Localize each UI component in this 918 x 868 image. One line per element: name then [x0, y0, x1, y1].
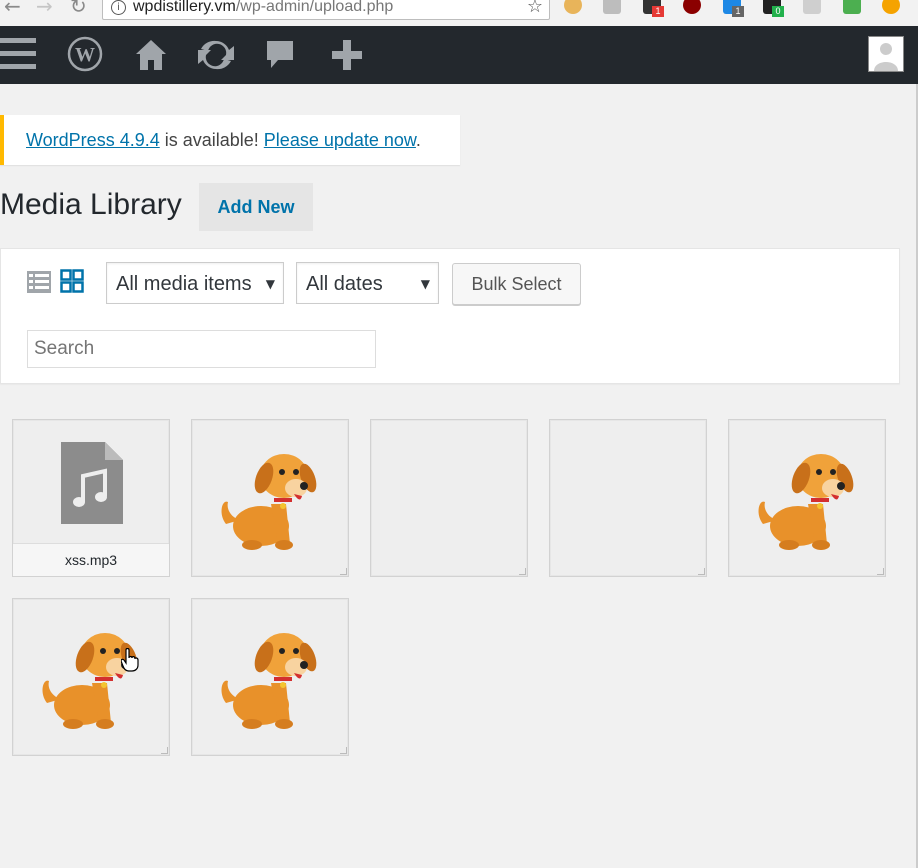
resize-corner: [698, 568, 705, 575]
media-type-select[interactable]: All media items ▼: [106, 262, 284, 304]
media-item-image[interactable]: [191, 419, 349, 577]
extension-binoculars-icon[interactable]: 1: [643, 0, 664, 17]
browser-chrome: ← → ↻ i wpdistillery.vm/wp-admin/upload.…: [0, 0, 918, 26]
avatar[interactable]: [868, 36, 904, 72]
back-icon[interactable]: ←: [4, 0, 21, 18]
update-notice: WordPress 4.9.4 is available! Please upd…: [0, 115, 460, 165]
version-link[interactable]: WordPress 4.9.4: [26, 130, 160, 150]
audio-file-icon: [61, 442, 123, 524]
new-content-icon[interactable]: [330, 38, 364, 72]
date-filter-select[interactable]: All dates ▼: [296, 262, 439, 304]
address-bar[interactable]: i wpdistillery.vm/wp-admin/upload.php ☆: [102, 0, 550, 20]
media-filename: xss.mp3: [13, 543, 169, 576]
user-silhouette-icon: [874, 43, 898, 71]
dog-image: [42, 633, 138, 729]
media-item-image[interactable]: [728, 419, 886, 577]
extension-chrome-icon[interactable]: [843, 0, 861, 14]
admin-bar: W: [0, 26, 918, 84]
update-now-link[interactable]: Please update now: [264, 130, 416, 150]
forward-icon[interactable]: →: [36, 0, 53, 18]
media-item-image[interactable]: [191, 598, 349, 756]
add-new-button[interactable]: Add New: [199, 183, 313, 231]
media-item-blank[interactable]: [370, 419, 528, 577]
reload-icon[interactable]: ↻: [70, 0, 87, 18]
page-title: Media Library: [0, 188, 182, 221]
menu-icon[interactable]: [0, 26, 36, 84]
comments-icon[interactable]: [264, 38, 296, 72]
notice-text: WordPress 4.9.4 is available! Please upd…: [26, 130, 421, 150]
extension-alert-icon[interactable]: [882, 0, 900, 14]
grid-view-icon[interactable]: [60, 269, 84, 293]
url-text: wpdistillery.vm/wp-admin/upload.php: [133, 0, 394, 15]
resize-corner: [519, 568, 526, 575]
resize-corner: [340, 747, 347, 754]
dropdown-caret-icon: ▼: [265, 277, 275, 291]
hand-cursor-icon: [121, 648, 139, 672]
extension-grey-icon[interactable]: [803, 0, 821, 14]
extension-s-icon[interactable]: 1: [723, 0, 744, 17]
dropdown-caret-icon: ▼: [420, 277, 430, 291]
svg-text:W: W: [75, 44, 95, 66]
media-item-image[interactable]: [12, 598, 170, 756]
cookie-extension-icon[interactable]: [564, 0, 582, 14]
updates-icon[interactable]: [194, 36, 238, 74]
wordpress-logo-icon[interactable]: W: [67, 36, 103, 72]
resize-corner: [161, 747, 168, 754]
bulk-select-button[interactable]: Bulk Select: [452, 263, 581, 305]
extension-h-icon[interactable]: [603, 0, 621, 14]
dog-image: [221, 633, 317, 729]
info-icon[interactable]: i: [111, 0, 126, 15]
resize-corner: [877, 568, 884, 575]
media-item-audio[interactable]: xss.mp3: [12, 419, 170, 577]
resize-corner: [340, 568, 347, 575]
media-item-blank[interactable]: [549, 419, 707, 577]
home-icon[interactable]: [134, 38, 168, 72]
ublock-extension-icon[interactable]: [683, 0, 701, 14]
list-view-icon[interactable]: [27, 271, 51, 293]
dog-image: [758, 454, 854, 550]
bookmark-star-icon[interactable]: ☆: [527, 0, 543, 17]
media-toolbar: All media items ▼ All dates ▼ Bulk Select: [0, 248, 900, 384]
extension-tool-icon[interactable]: 0: [763, 0, 784, 17]
search-input[interactable]: [27, 330, 376, 368]
dog-image: [221, 454, 317, 550]
